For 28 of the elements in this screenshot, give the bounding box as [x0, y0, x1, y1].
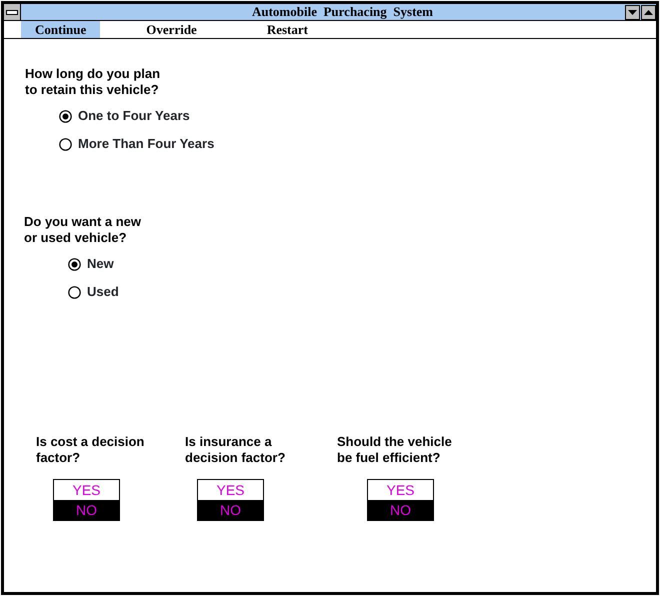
question-text: Should the vehicle be fuel efficient?: [337, 434, 453, 466]
toggle-option[interactable]: NO: [368, 500, 433, 520]
radio-label: More Than Four Years: [78, 135, 214, 154]
toggle-option[interactable]: NO: [54, 500, 119, 520]
menu-item[interactable]: Continue: [21, 21, 100, 38]
radio-option[interactable]: More Than Four Years: [59, 130, 214, 158]
radio-option[interactable]: Used: [68, 278, 119, 306]
radio-label: New: [87, 255, 114, 274]
window-title: Automobile Purchacing System: [250, 3, 434, 22]
down-triangle-icon: [628, 10, 637, 14]
radio-label: One to Four Years: [78, 107, 190, 126]
up-triangle-icon: [644, 10, 653, 14]
dash-icon: [6, 10, 18, 14]
radio-button[interactable]: [68, 258, 81, 270]
toggle-option[interactable]: NO: [198, 500, 263, 520]
maximize-button[interactable]: [641, 4, 656, 20]
radio-label: Used: [87, 283, 119, 302]
radio-button[interactable]: [59, 110, 72, 122]
radio-button[interactable]: [59, 138, 72, 150]
question-text: Is insurance a decision factor?: [185, 434, 286, 466]
system-menu-button[interactable]: [4, 4, 21, 20]
question-text: Do you want a new or used vehicle?: [24, 214, 142, 246]
minimize-button[interactable]: [625, 4, 640, 20]
question-text: How long do you plan to retain this vehicle?: [25, 66, 162, 98]
radio-option[interactable]: One to Four Years: [59, 102, 190, 130]
question-text: Is cost a decision factor?: [36, 434, 146, 466]
radio-option[interactable]: New: [68, 250, 114, 278]
radio-button[interactable]: [68, 286, 81, 298]
